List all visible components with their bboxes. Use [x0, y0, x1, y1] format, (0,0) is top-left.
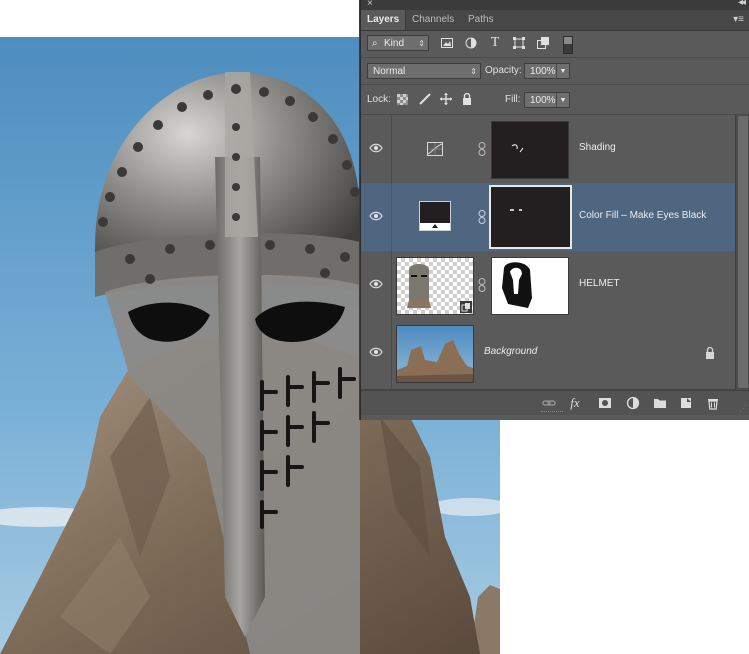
layer-mask-thumbnail[interactable]	[491, 257, 569, 315]
new-adjustment-icon[interactable]	[625, 395, 641, 411]
type-filter-icon[interactable]: T	[487, 35, 503, 51]
blend-row: Normal ⇕ Opacity: 100% ▼	[361, 58, 749, 85]
visibility-eye-icon[interactable]	[369, 209, 383, 223]
trash-icon[interactable]	[705, 395, 721, 411]
layer-row-shading[interactable]: Shading	[361, 115, 735, 184]
panel-tabs: Layers Channels Paths ▾≡	[361, 10, 749, 31]
lock-label: Lock:	[367, 94, 391, 105]
smart-object-filter-icon[interactable]	[537, 37, 549, 49]
visibility-eye-icon[interactable]	[369, 141, 383, 155]
mask-link-icon[interactable]	[478, 210, 486, 224]
mask-link-icon[interactable]	[478, 278, 486, 292]
lock-transparent-pixels-icon[interactable]	[397, 94, 408, 105]
tab-layers[interactable]: Layers	[361, 10, 407, 30]
fill-color-swatch[interactable]	[419, 201, 451, 231]
filter-row: ⌕ Kind ⇕ T	[361, 31, 749, 58]
blend-mode-select[interactable]: Normal ⇕	[367, 63, 481, 79]
helmet-mask-content	[502, 262, 532, 308]
background-thumbnail-image	[397, 340, 473, 382]
lock-row: Lock: Fill: 100% ▼	[361, 86, 749, 115]
filter-kind-value: Kind	[384, 38, 405, 49]
fill-value: 100%	[530, 95, 556, 106]
fx-icon[interactable]: fx	[567, 395, 583, 411]
visibility-eye-icon[interactable]	[369, 345, 383, 359]
adjustment-filter-icon[interactable]	[465, 37, 477, 49]
layers-bottom-toolbar: fx ⋰	[361, 390, 749, 415]
opacity-field[interactable]: 100% ▼	[524, 63, 570, 79]
layer-name[interactable]: Background	[484, 346, 537, 357]
chevron-updown-icon: ⇕	[470, 67, 477, 76]
link-layers-icon[interactable]	[541, 395, 557, 411]
lock-all-icon[interactable]	[462, 93, 472, 105]
layer-thumbnail[interactable]	[396, 325, 474, 383]
layers-panel: × ◂◂ Layers Channels Paths ▾≡ ⌕ Kind ⇕ T	[360, 0, 749, 420]
search-icon: ⌕	[372, 38, 378, 49]
panel-menu-icon[interactable]: ▾≡	[733, 14, 744, 25]
fill-field[interactable]: 100% ▼	[524, 92, 570, 108]
visibility-eye-icon[interactable]	[369, 277, 383, 291]
layer-name[interactable]: HELMET	[579, 278, 620, 289]
chevron-down-icon[interactable]: ▼	[556, 64, 569, 78]
mask-content	[510, 209, 522, 211]
curves-adjustment-icon	[427, 142, 443, 156]
filter-kind-select[interactable]: ⌕ Kind ⇕	[367, 35, 429, 51]
shape-filter-icon[interactable]	[513, 37, 525, 49]
layer-row-color-fill[interactable]: Color Fill – Make Eyes Black	[361, 183, 735, 252]
lock-image-pixels-icon[interactable]	[419, 93, 431, 105]
blend-mode-value: Normal	[373, 66, 406, 77]
mask-link-icon[interactable]	[478, 142, 486, 156]
close-panel-icon[interactable]: ×	[367, 0, 373, 9]
new-group-icon[interactable]	[652, 395, 668, 411]
panel-resize-grip[interactable]	[541, 411, 563, 415]
layer-row-background[interactable]: Background	[361, 319, 735, 390]
filter-toggle-switch[interactable]	[563, 36, 573, 54]
lock-position-icon[interactable]	[440, 93, 452, 105]
layer-name[interactable]: Color Fill – Make Eyes Black	[579, 210, 706, 221]
resize-corner-icon[interactable]: ⋰	[739, 404, 747, 413]
layer-row-helmet[interactable]: HELMET	[361, 251, 735, 320]
chevron-updown-icon: ⇕	[418, 39, 425, 48]
smart-object-badge-icon	[460, 301, 472, 313]
opacity-label: Opacity:	[485, 65, 522, 76]
add-mask-icon[interactable]	[597, 395, 613, 411]
layers-scrollbar[interactable]	[735, 114, 749, 390]
tab-channels[interactable]: Channels	[406, 10, 460, 30]
layer-thumbnail[interactable]	[396, 257, 474, 315]
layer-mask-thumbnail[interactable]	[491, 121, 569, 179]
panel-titlebar: × ◂◂	[361, 0, 749, 10]
layer-name[interactable]: Shading	[579, 142, 616, 153]
opacity-value: 100%	[530, 66, 556, 77]
fill-label: Fill:	[505, 94, 521, 105]
chevron-down-icon[interactable]: ▼	[556, 93, 569, 107]
collapse-panel-icon[interactable]: ◂◂	[738, 0, 746, 8]
layer-mask-thumbnail[interactable]	[489, 185, 572, 249]
pixel-filter-icon[interactable]	[441, 37, 453, 49]
mask-content	[511, 144, 524, 153]
new-layer-icon[interactable]	[678, 395, 694, 411]
tab-paths[interactable]: Paths	[462, 10, 500, 30]
layer-lock-icon[interactable]	[704, 347, 716, 359]
